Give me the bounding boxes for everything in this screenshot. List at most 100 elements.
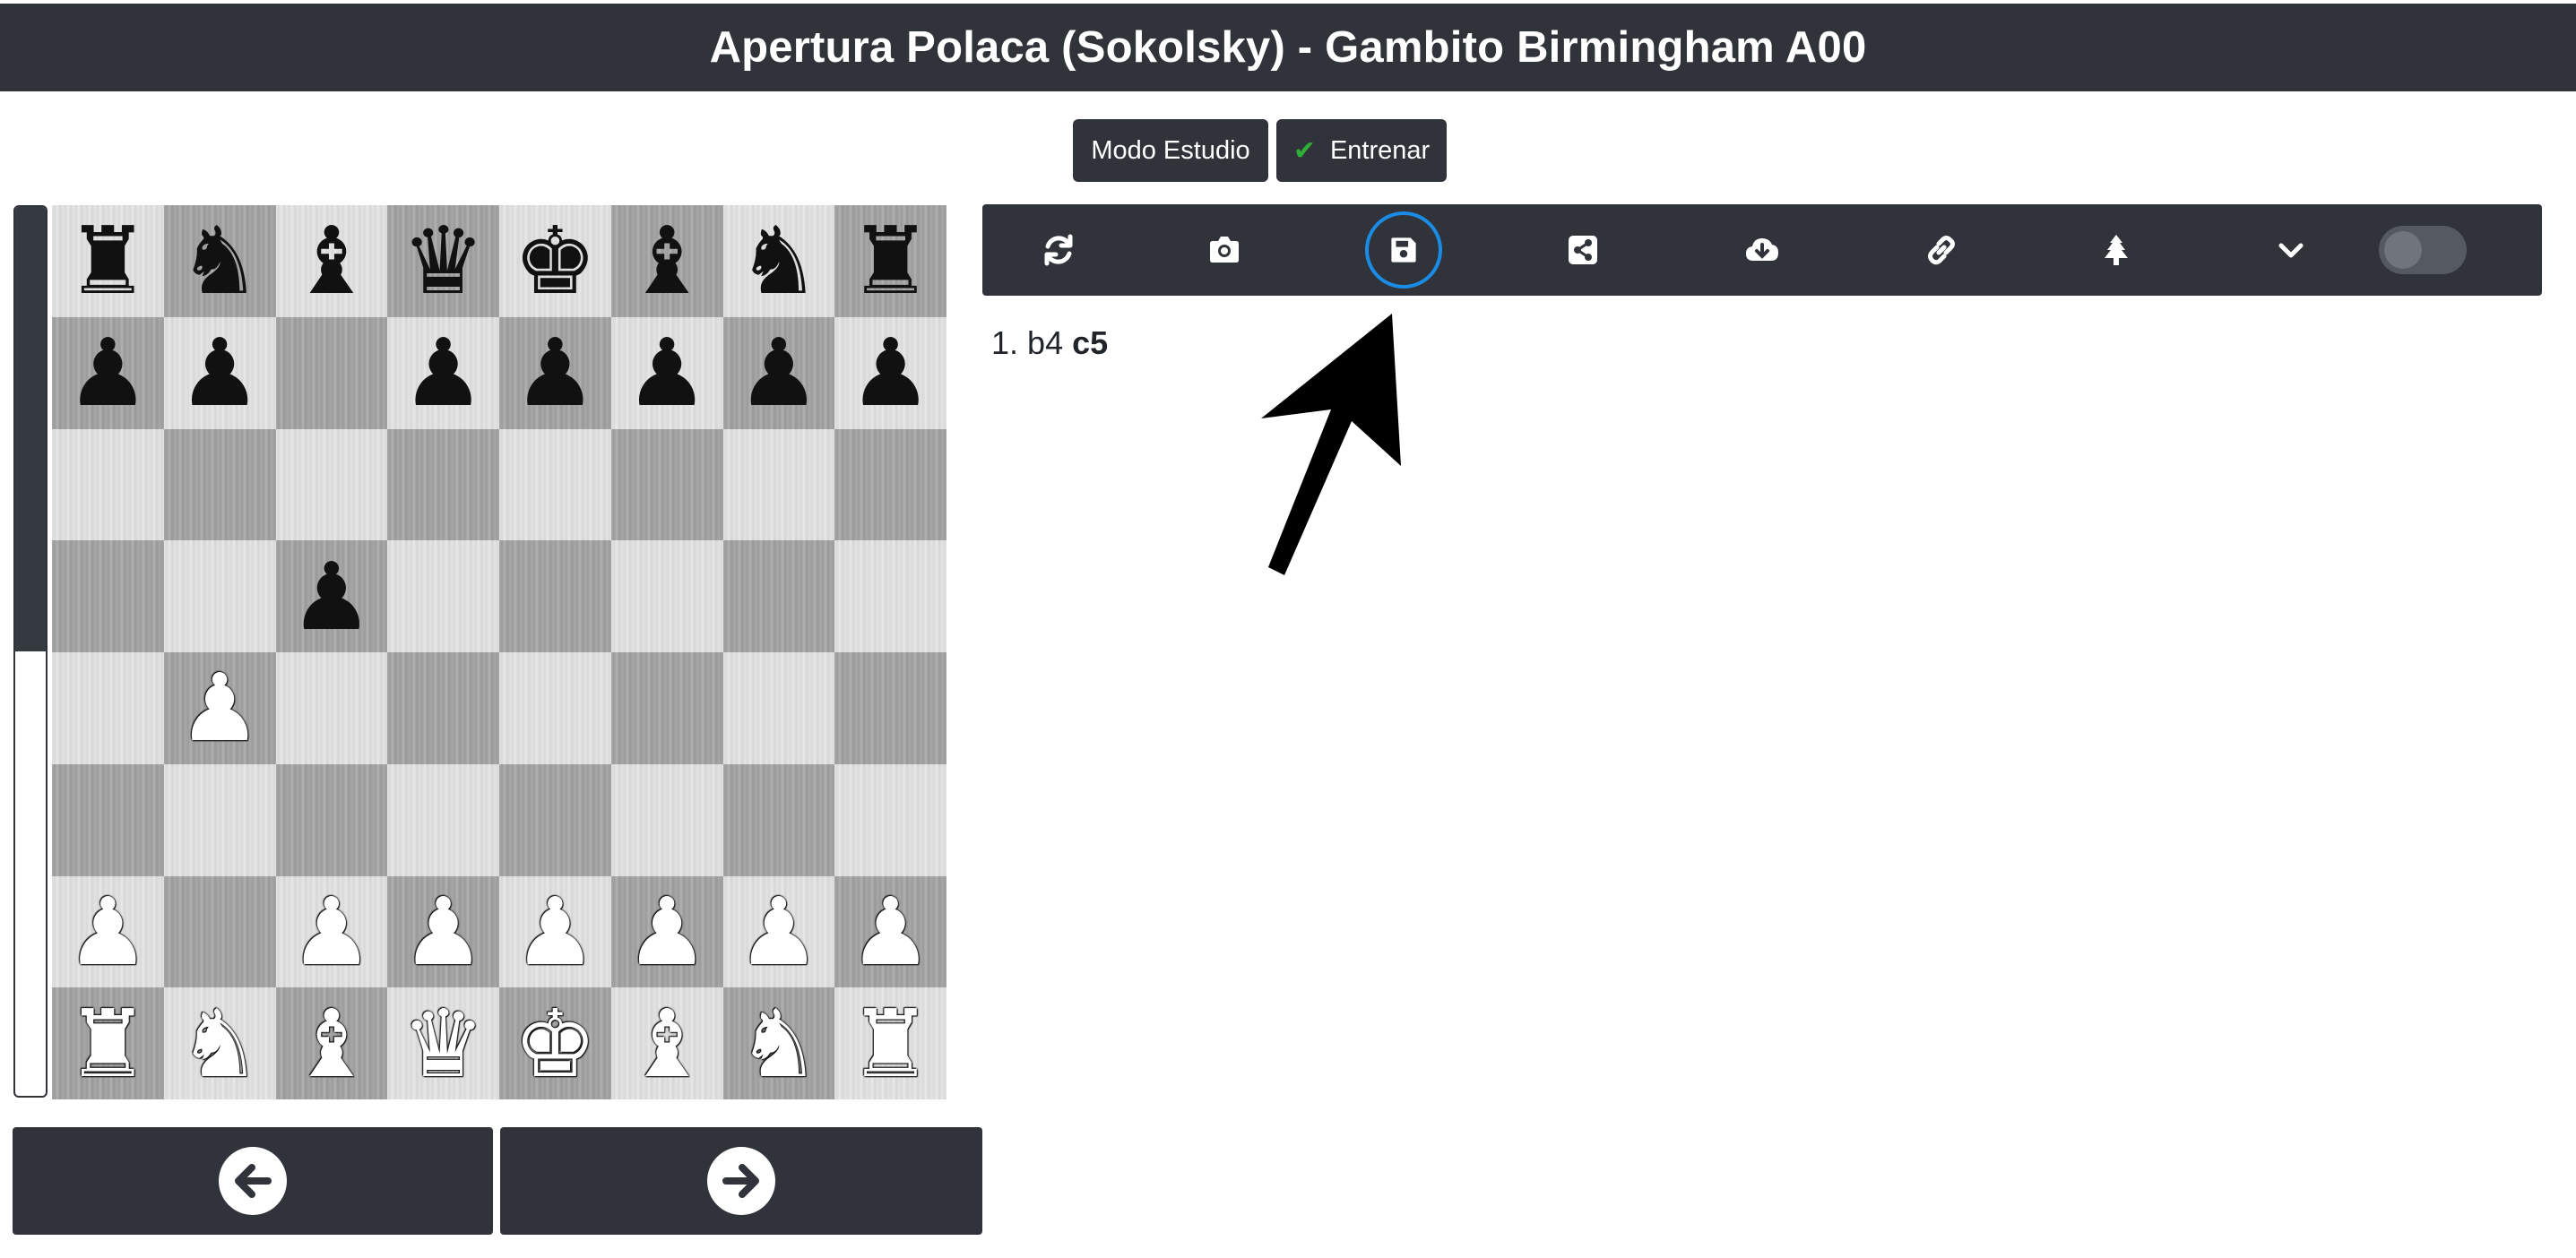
square-g1[interactable]: ♞ — [722, 987, 835, 1099]
square-f4[interactable] — [610, 652, 723, 764]
square-d2[interactable]: ♟ — [387, 875, 499, 988]
black-piece[interactable]: ♟ — [290, 550, 373, 643]
square-d3[interactable] — [387, 763, 499, 876]
square-b8[interactable]: ♞ — [163, 205, 276, 317]
white-piece[interactable]: ♟ — [402, 885, 485, 978]
white-piece[interactable]: ♟ — [514, 885, 597, 978]
black-piece[interactable]: ♝ — [290, 214, 373, 307]
previous-move-button[interactable] — [13, 1127, 493, 1235]
white-piece[interactable]: ♟ — [737, 885, 820, 978]
opening-tree-button[interactable] — [2031, 204, 2201, 296]
square-h2[interactable]: ♟ — [834, 875, 947, 988]
white-piece[interactable]: ♝ — [626, 997, 709, 1090]
black-piece[interactable]: ♟ — [737, 326, 820, 419]
more-options-button[interactable] — [2201, 204, 2381, 296]
square-d4[interactable] — [387, 652, 499, 764]
save-button[interactable] — [1314, 204, 1493, 296]
square-e6[interactable] — [499, 428, 611, 541]
next-move-button[interactable] — [500, 1127, 982, 1235]
square-b1[interactable]: ♞ — [163, 987, 276, 1099]
white-piece[interactable]: ♜ — [849, 997, 932, 1090]
square-f2[interactable]: ♟ — [610, 875, 723, 988]
square-f5[interactable] — [610, 540, 723, 652]
square-f6[interactable] — [610, 428, 723, 541]
copy-link-button[interactable] — [1852, 204, 2031, 296]
white-move[interactable]: b4 — [1027, 324, 1063, 361]
white-piece[interactable]: ♞ — [737, 997, 820, 1090]
black-piece[interactable]: ♜ — [849, 214, 932, 307]
white-piece[interactable]: ♟ — [849, 885, 932, 978]
square-b5[interactable] — [163, 540, 276, 652]
square-c1[interactable]: ♝ — [275, 987, 388, 1099]
black-piece[interactable]: ♚ — [514, 214, 597, 307]
black-piece[interactable]: ♟ — [626, 326, 709, 419]
square-e4[interactable] — [499, 652, 611, 764]
white-piece[interactable]: ♝ — [290, 997, 373, 1090]
square-g8[interactable]: ♞ — [722, 205, 835, 317]
square-d8[interactable]: ♛ — [387, 205, 499, 317]
white-piece[interactable]: ♟ — [178, 661, 262, 754]
download-button[interactable] — [1673, 204, 1852, 296]
square-h7[interactable]: ♟ — [834, 316, 947, 429]
square-a8[interactable]: ♜ — [52, 205, 164, 317]
square-c2[interactable]: ♟ — [275, 875, 388, 988]
flip-board-button[interactable] — [982, 204, 1135, 296]
black-piece[interactable]: ♜ — [66, 214, 150, 307]
square-c4[interactable] — [275, 652, 388, 764]
square-c8[interactable]: ♝ — [275, 205, 388, 317]
black-piece[interactable]: ♞ — [737, 214, 820, 307]
black-piece[interactable]: ♟ — [178, 326, 262, 419]
square-e3[interactable] — [499, 763, 611, 876]
white-piece[interactable]: ♚ — [514, 997, 597, 1090]
square-e7[interactable]: ♟ — [499, 316, 611, 429]
study-mode-button[interactable]: Modo Estudio — [1073, 119, 1268, 182]
black-move[interactable]: c5 — [1072, 324, 1108, 361]
square-f8[interactable]: ♝ — [610, 205, 723, 317]
square-d5[interactable] — [387, 540, 499, 652]
square-e2[interactable]: ♟ — [499, 875, 611, 988]
square-a2[interactable]: ♟ — [52, 875, 164, 988]
square-a5[interactable] — [52, 540, 164, 652]
chess-board[interactable]: ♜ ♞ ♝ ♛ ♚ ♝ ♞ ♜ ♟ ♟ ♟ ♟ ♟ ♟ ♟ ♟ ♟ ♟ ♟ ♟ ♟ ♟ ♟ ♟ ♜ ♞ ♝ ♛ ♚ ♝ ♞ ♜ — [52, 205, 947, 1099]
square-h5[interactable] — [834, 540, 947, 652]
square-g7[interactable]: ♟ — [722, 316, 835, 429]
square-e5[interactable] — [499, 540, 611, 652]
white-piece[interactable]: ♟ — [290, 885, 373, 978]
square-f1[interactable]: ♝ — [610, 987, 723, 1099]
square-c5[interactable]: ♟ — [275, 540, 388, 652]
square-a6[interactable] — [52, 428, 164, 541]
white-piece[interactable]: ♞ — [178, 997, 262, 1090]
square-a4[interactable] — [52, 652, 164, 764]
square-h1[interactable]: ♜ — [834, 987, 947, 1099]
square-c3[interactable] — [275, 763, 388, 876]
square-a7[interactable]: ♟ — [52, 316, 164, 429]
square-b3[interactable] — [163, 763, 276, 876]
square-f7[interactable]: ♟ — [610, 316, 723, 429]
square-b7[interactable]: ♟ — [163, 316, 276, 429]
train-button[interactable]: ✔ Entrenar — [1276, 119, 1447, 182]
square-a3[interactable] — [52, 763, 164, 876]
screenshot-button[interactable] — [1135, 204, 1314, 296]
black-piece[interactable]: ♛ — [402, 214, 485, 307]
black-piece[interactable]: ♝ — [626, 214, 709, 307]
white-piece[interactable]: ♟ — [626, 885, 709, 978]
square-d6[interactable] — [387, 428, 499, 541]
black-piece[interactable]: ♟ — [514, 326, 597, 419]
square-h8[interactable]: ♜ — [834, 205, 947, 317]
square-e1[interactable]: ♚ — [499, 987, 611, 1099]
square-g5[interactable] — [722, 540, 835, 652]
white-piece[interactable]: ♛ — [402, 997, 485, 1090]
square-g6[interactable] — [722, 428, 835, 541]
black-piece[interactable]: ♟ — [849, 326, 932, 419]
white-piece[interactable]: ♜ — [66, 997, 150, 1090]
square-a1[interactable]: ♜ — [52, 987, 164, 1099]
square-d7[interactable]: ♟ — [387, 316, 499, 429]
square-c7[interactable] — [275, 316, 388, 429]
square-b4[interactable]: ♟ — [163, 652, 276, 764]
black-piece[interactable]: ♟ — [402, 326, 485, 419]
square-d1[interactable]: ♛ — [387, 987, 499, 1099]
square-g3[interactable] — [722, 763, 835, 876]
square-e8[interactable]: ♚ — [499, 205, 611, 317]
black-piece[interactable]: ♟ — [66, 326, 150, 419]
square-g2[interactable]: ♟ — [722, 875, 835, 988]
